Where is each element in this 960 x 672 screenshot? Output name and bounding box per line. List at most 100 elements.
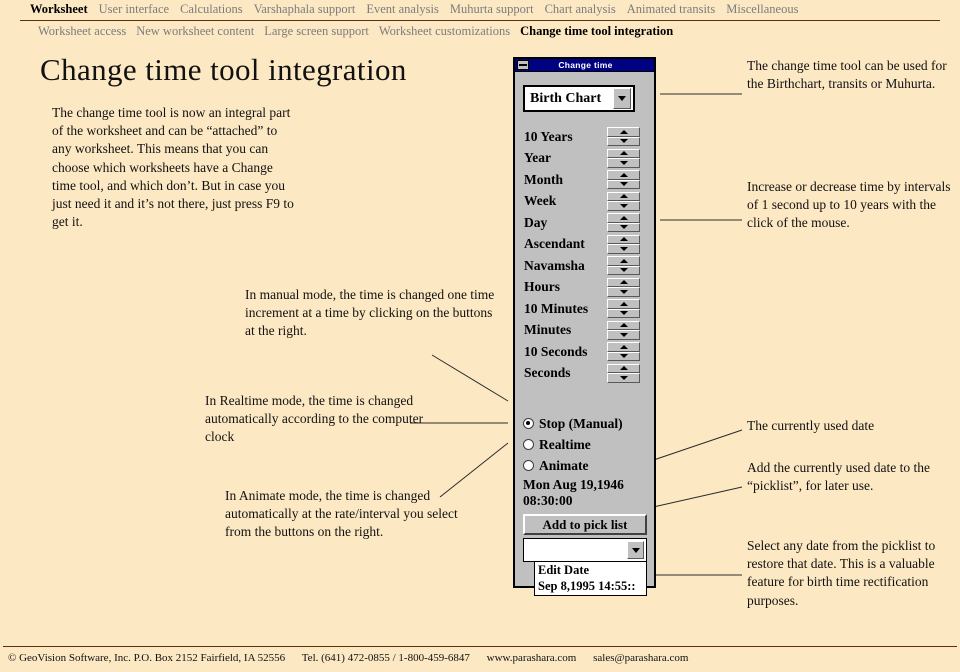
increment-label: 10 Seconds bbox=[524, 343, 588, 359]
increment-spinner bbox=[607, 191, 640, 211]
chevron-down-icon[interactable] bbox=[613, 88, 631, 109]
paragraph-tool-use: The change time tool can be used for the… bbox=[747, 58, 947, 92]
increment-label: Navamsha bbox=[524, 257, 585, 273]
spinner-up-icon[interactable] bbox=[607, 299, 640, 309]
chart-type-value: Birth Chart bbox=[530, 90, 602, 106]
pick-list-item-0[interactable]: Edit Date bbox=[538, 562, 646, 578]
page-root: Worksheet User interface Calculations Varsh… bbox=[0, 0, 960, 672]
system-menu-icon[interactable] bbox=[517, 60, 529, 70]
spinner-up-icon[interactable] bbox=[607, 127, 640, 137]
spinner-up-icon[interactable] bbox=[607, 148, 640, 158]
increment-label: Ascendant bbox=[524, 236, 585, 252]
paragraph-add-picklist: Add the currently used date to the “pick… bbox=[747, 460, 930, 494]
pick-list-item-1[interactable]: Sep 8,1995 14:55:: bbox=[538, 578, 646, 594]
current-datetime-readout: Mon Aug 19,1946 08:30:00 bbox=[523, 477, 624, 509]
radio-icon[interactable] bbox=[523, 460, 534, 471]
spinner-up-icon[interactable] bbox=[607, 363, 640, 373]
footer-website[interactable]: www.parashara.com bbox=[487, 652, 577, 664]
increment-label: Day bbox=[524, 214, 548, 230]
chevron-down-icon[interactable] bbox=[627, 541, 644, 559]
primary-nav-item-4[interactable]: Event analysis bbox=[366, 2, 439, 17]
increment-label: 10 Years bbox=[524, 128, 573, 144]
mode-radio-label: Stop (Manual) bbox=[539, 415, 623, 431]
mode-radio-label: Realtime bbox=[539, 436, 591, 452]
footer: © GeoVision Software, Inc. P.O. Box 2152… bbox=[8, 652, 702, 664]
mode-radio-label: Animate bbox=[539, 457, 589, 473]
mode-radio-1[interactable]: Realtime bbox=[523, 434, 653, 455]
increment-row: 10 Minutes bbox=[515, 298, 654, 320]
increment-spinner bbox=[607, 234, 640, 254]
paragraph-realtime-mode: In Realtime mode, the time is changed au… bbox=[205, 393, 424, 445]
radio-icon[interactable] bbox=[523, 439, 534, 450]
spinner-down-icon[interactable] bbox=[607, 373, 640, 383]
spinner-down-icon[interactable] bbox=[607, 351, 640, 361]
chart-type-select[interactable]: Birth Chart bbox=[523, 85, 635, 112]
paragraph-intro: The change time tool is now an integral … bbox=[52, 105, 294, 230]
increment-label: 10 Minutes bbox=[524, 300, 589, 316]
spinner-up-icon[interactable] bbox=[607, 170, 640, 180]
spinner-up-icon[interactable] bbox=[607, 320, 640, 330]
spinner-down-icon[interactable] bbox=[607, 222, 640, 232]
spinner-down-icon[interactable] bbox=[607, 136, 640, 146]
secondary-nav-item-0[interactable]: Worksheet access bbox=[38, 24, 126, 39]
pick-list-select[interactable] bbox=[523, 538, 647, 562]
spinner-up-icon[interactable] bbox=[607, 191, 640, 201]
mode-radio-group: Stop (Manual) Realtime Animate bbox=[523, 413, 653, 476]
increment-row: Ascendant bbox=[515, 234, 654, 256]
increment-label: Week bbox=[524, 193, 557, 209]
footer-email[interactable]: sales@parashara.com bbox=[593, 652, 688, 664]
increment-row: Week bbox=[515, 191, 654, 213]
primary-nav-item-6[interactable]: Chart analysis bbox=[545, 2, 616, 17]
footer-phone: Tel. (641) 472-0855 / 1-800-459-6847 bbox=[301, 652, 470, 664]
increment-label: Month bbox=[524, 171, 564, 187]
increment-label: Year bbox=[524, 150, 551, 166]
increment-spinner bbox=[607, 127, 640, 146]
spinner-down-icon[interactable] bbox=[607, 330, 640, 340]
spinner-down-icon[interactable] bbox=[607, 179, 640, 189]
footer-divider bbox=[3, 646, 957, 647]
dialog-body: Birth Chart 10 Years Year Month Week Day Asce… bbox=[515, 72, 654, 596]
spinner-up-icon[interactable] bbox=[607, 234, 640, 244]
current-time: 08:30:00 bbox=[523, 493, 573, 508]
secondary-nav-item-1[interactable]: New worksheet content bbox=[136, 24, 254, 39]
spinner-down-icon[interactable] bbox=[607, 265, 640, 275]
mode-radio-2[interactable]: Animate bbox=[523, 455, 653, 476]
dialog-titlebar[interactable]: Change time bbox=[515, 59, 654, 72]
primary-nav-item-7[interactable]: Animated transits bbox=[627, 2, 716, 17]
mode-radio-0[interactable]: Stop (Manual) bbox=[523, 413, 653, 434]
increment-spinner bbox=[607, 277, 640, 297]
radio-icon[interactable] bbox=[523, 418, 534, 429]
spinner-down-icon[interactable] bbox=[607, 244, 640, 254]
spinner-down-icon[interactable] bbox=[607, 308, 640, 318]
increment-spinner bbox=[607, 299, 640, 318]
increment-spinner bbox=[607, 342, 640, 361]
add-to-pick-list-button[interactable]: Add to pick list bbox=[523, 514, 647, 535]
dialog-title: Change time bbox=[558, 60, 613, 70]
primary-nav-item-5[interactable]: Muhurta support bbox=[450, 2, 534, 17]
increment-row: Month bbox=[515, 169, 654, 191]
pick-list-dropdown: Edit Date Sep 8,1995 14:55:: bbox=[534, 562, 647, 596]
secondary-nav-item-3[interactable]: Worksheet customizations bbox=[379, 24, 510, 39]
increment-spinner bbox=[607, 213, 640, 232]
primary-nav-item-8[interactable]: Miscellaneous bbox=[726, 2, 798, 17]
secondary-nav: Worksheet access New worksheet content Lar… bbox=[38, 24, 948, 41]
primary-nav-item-2[interactable]: Calculations bbox=[180, 2, 243, 17]
paragraph-manual-mode: In manual mode, the time is changed one … bbox=[245, 287, 495, 339]
increment-spinner bbox=[607, 256, 640, 275]
primary-nav-item-0[interactable]: Worksheet bbox=[30, 2, 88, 17]
spinner-up-icon[interactable] bbox=[607, 256, 640, 266]
increment-row: Year bbox=[515, 148, 654, 170]
spinner-up-icon[interactable] bbox=[607, 277, 640, 287]
paragraph-animate-mode: In Animate mode, the time is changed aut… bbox=[225, 488, 458, 540]
spinner-up-icon[interactable] bbox=[607, 213, 640, 223]
primary-nav-item-3[interactable]: Varshaphala support bbox=[254, 2, 356, 17]
increment-row: Hours bbox=[515, 277, 654, 299]
secondary-nav-item-2[interactable]: Large screen support bbox=[264, 24, 369, 39]
primary-nav-item-1[interactable]: User interface bbox=[99, 2, 169, 17]
spinner-down-icon[interactable] bbox=[607, 287, 640, 297]
spinner-up-icon[interactable] bbox=[607, 342, 640, 352]
spinner-down-icon[interactable] bbox=[607, 158, 640, 168]
paragraph-intervals: Increase or decrease time by intervals o… bbox=[747, 179, 951, 231]
spinner-down-icon[interactable] bbox=[607, 201, 640, 211]
secondary-nav-item-4[interactable]: Change time tool integration bbox=[520, 24, 673, 39]
